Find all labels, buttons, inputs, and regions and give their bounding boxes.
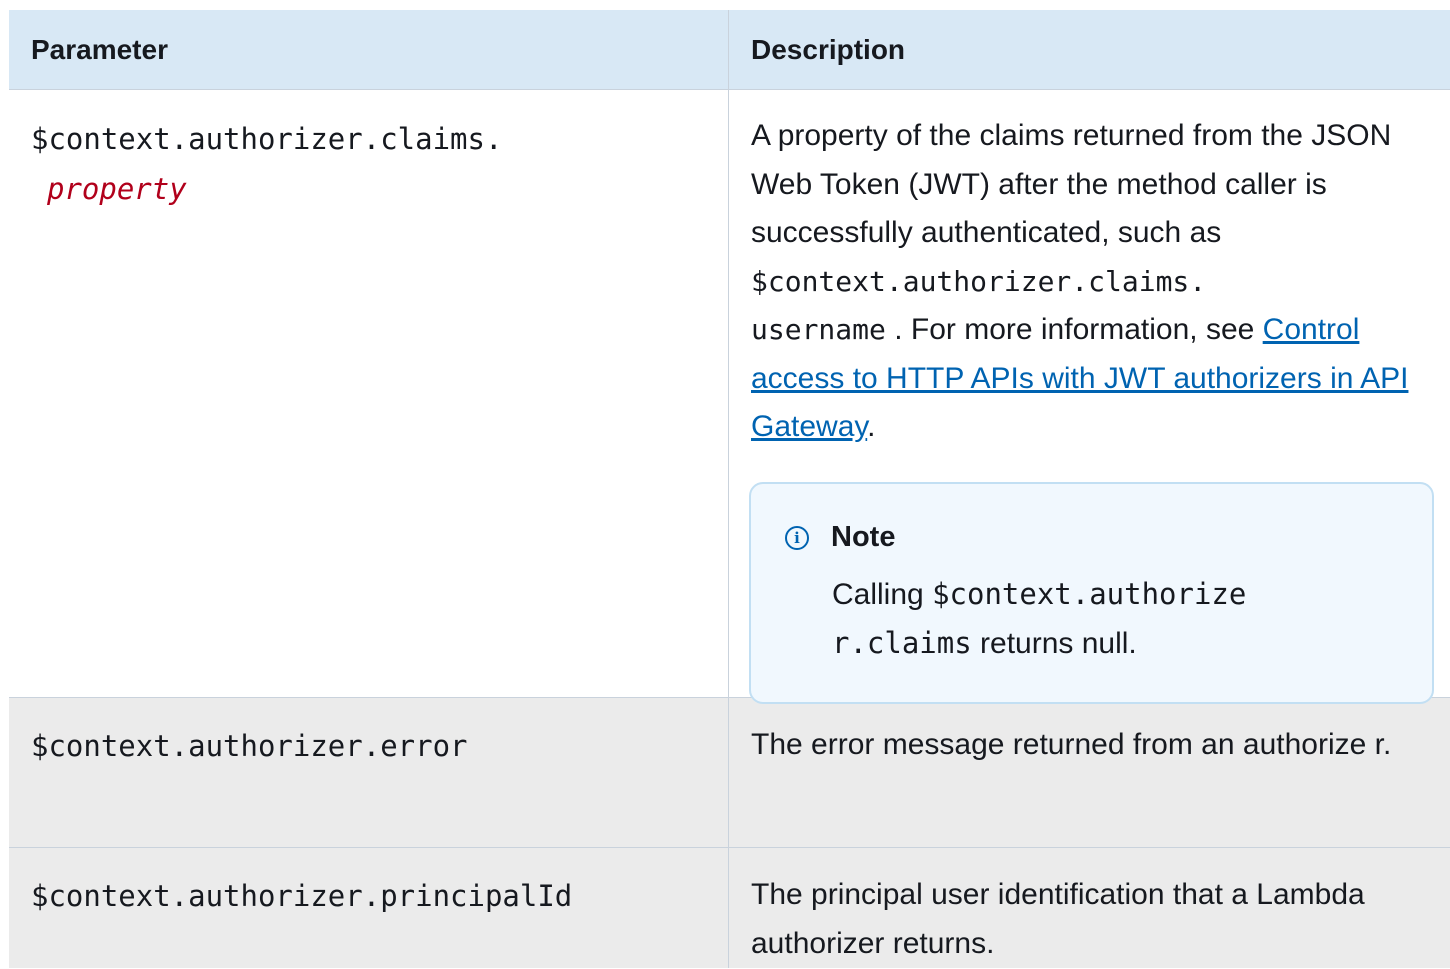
param-name: $context.authorizer.claims. xyxy=(31,122,503,156)
inline-code: $context.authorizer.claims. xyxy=(751,264,1207,298)
note-title: Note xyxy=(831,521,896,553)
inline-code: r.claims xyxy=(832,625,972,660)
note-text-1: Calling xyxy=(832,577,933,611)
table-row: $context.authorizer.error The error mess… xyxy=(9,698,1450,848)
desc-text-1: A property of the claims returned from t… xyxy=(751,119,1392,249)
desc-text-2: . For more information, see xyxy=(885,313,1263,346)
description-text: A property of the claims returned from t… xyxy=(751,90,1450,452)
table-header-row: Parameter Description xyxy=(9,10,1450,90)
param-cell: $context.authorizer.claims. property xyxy=(9,90,729,697)
desc-cell: The principal user identification that a… xyxy=(729,848,1450,968)
note-callout: i Note Calling $context.authorize r.claim… xyxy=(749,481,1434,704)
header-parameter: Parameter xyxy=(9,10,729,89)
description-text: The principal user identification that a… xyxy=(751,878,1365,960)
description-text: The error message returned from an autho… xyxy=(751,728,1392,761)
header-description: Description xyxy=(751,33,906,65)
desc-cell: The error message returned from an autho… xyxy=(729,698,1450,847)
inline-code: $context.authorize xyxy=(932,576,1247,611)
desc-cell: A property of the claims returned from t… xyxy=(729,90,1450,704)
table-row: $context.authorizer.principalId The prin… xyxy=(9,848,1450,968)
param-placeholder: property xyxy=(47,172,187,206)
param-cell: $context.authorizer.principalId xyxy=(9,848,729,968)
inline-code: username xyxy=(751,313,886,346)
desc-text-3: . xyxy=(867,410,876,443)
note-text-2: returns null. xyxy=(971,626,1137,660)
table-row: $context.authorizer.claims. property A p… xyxy=(9,90,1450,704)
note-heading: i Note xyxy=(785,518,1406,558)
param-name: $context.authorizer.principalId xyxy=(31,879,573,913)
param-name: $context.authorizer.error xyxy=(31,729,468,763)
parameter-table: Parameter Description $context.authorize… xyxy=(9,10,1450,968)
note-body: Calling $context.authorize r.claims retur… xyxy=(832,570,1406,668)
info-icon: i xyxy=(785,525,809,550)
param-cell: $context.authorizer.error xyxy=(9,698,729,847)
